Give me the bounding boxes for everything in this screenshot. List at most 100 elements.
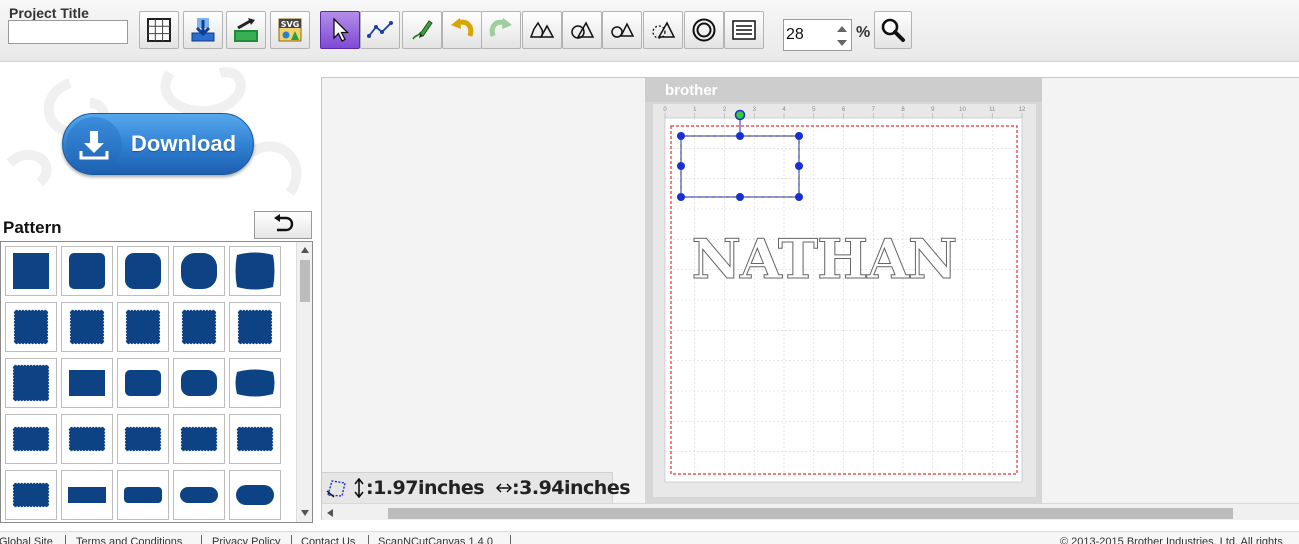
resize-handle[interactable] [736, 193, 744, 201]
resize-handle[interactable] [677, 132, 685, 140]
zoom-down-arrow-icon[interactable] [834, 36, 850, 49]
shape-subtract-button[interactable] [602, 11, 642, 49]
cutting-mat[interactable]: brother 0 1 2 3 4 5 6 7 8 9 10 11 12 NATHAN [645, 78, 1042, 503]
export-icon [232, 16, 260, 44]
download-button[interactable]: Download [62, 113, 254, 175]
shape-intersect-button[interactable] [643, 11, 683, 49]
text-list-icon [731, 19, 757, 41]
undo-button[interactable] [442, 11, 482, 49]
pattern-shape-tile[interactable] [173, 302, 225, 352]
pattern-back-button[interactable] [254, 211, 312, 239]
resize-handle[interactable] [736, 132, 744, 140]
pattern-shape-icon [12, 426, 50, 452]
pattern-shape-icon [124, 487, 162, 503]
pattern-shape-tile[interactable] [173, 470, 225, 520]
project-title-label: Project Title [9, 5, 89, 21]
import-button[interactable] [183, 11, 223, 49]
pattern-shape-tile[interactable] [117, 414, 169, 464]
pattern-shape-tile[interactable] [5, 302, 57, 352]
pattern-shape-tile[interactable] [5, 358, 57, 408]
pattern-shape-tile[interactable] [61, 358, 113, 408]
pattern-shape-tile[interactable] [61, 246, 113, 296]
canvas-horizontal-scrollbar[interactable] [322, 503, 1299, 520]
height-arrow-icon [354, 478, 364, 498]
select-tool-button[interactable] [320, 11, 360, 49]
pattern-shape-tile[interactable] [229, 358, 281, 408]
shape-intersect-icon [650, 19, 676, 41]
text-object[interactable]: NATHAN [691, 227, 958, 292]
ruler-tick-label: 11 [989, 107, 996, 113]
pattern-shape-tile[interactable] [173, 358, 225, 408]
pattern-shape-icon [125, 370, 161, 396]
height-value: 1.97inches [373, 477, 485, 499]
scroll-up-arrow-icon[interactable] [301, 247, 309, 253]
outline-button[interactable] [684, 11, 724, 49]
width-arrow-icon [496, 483, 513, 493]
width-value: 3.94inches [519, 477, 631, 499]
scroll-down-arrow-icon[interactable] [301, 510, 309, 516]
resize-handle[interactable] [795, 162, 803, 170]
resize-handle[interactable] [677, 162, 685, 170]
pattern-shape-tile[interactable] [117, 470, 169, 520]
pattern-shape-tile[interactable] [229, 414, 281, 464]
pattern-scrollbar[interactable] [296, 242, 312, 522]
pattern-shape-tile[interactable] [117, 246, 169, 296]
zoom-up-arrow-icon[interactable] [834, 22, 850, 35]
redo-icon [487, 17, 515, 43]
pattern-shape-icon [69, 309, 105, 345]
resize-handle[interactable] [795, 193, 803, 201]
pattern-shape-tile[interactable] [229, 246, 281, 296]
rotate-handle[interactable] [734, 109, 746, 121]
text-list-button[interactable] [724, 11, 764, 49]
canvas-scrollbar-thumb[interactable] [388, 508, 1233, 519]
footer-link-privacy[interactable]: Privacy Policy [212, 536, 280, 544]
resize-handle[interactable] [795, 132, 803, 140]
dimension-icon [325, 477, 349, 499]
pattern-shape-tile[interactable] [173, 414, 225, 464]
footer-link-contact[interactable]: Contact Us [301, 536, 355, 544]
pattern-shape-tile[interactable] [229, 302, 281, 352]
zoom-stepper[interactable] [783, 19, 852, 51]
zoom-button[interactable] [874, 11, 912, 49]
shape-group-icon [529, 19, 555, 41]
download-icon [66, 117, 122, 173]
pattern-shape-tile[interactable] [61, 302, 113, 352]
footer-link-global-site[interactable]: Global Site [0, 536, 53, 544]
shape-combine-button[interactable] [562, 11, 602, 49]
pen-tool-button[interactable] [402, 11, 442, 49]
pattern-shape-tile[interactable] [173, 246, 225, 296]
pattern-shape-tile[interactable] [61, 470, 113, 520]
footer-link-terms[interactable]: Terms and Conditions [76, 536, 182, 544]
svg-button[interactable]: SVG [270, 11, 310, 49]
pattern-shape-tile[interactable] [61, 414, 113, 464]
zoom-input[interactable] [786, 23, 830, 47]
shape-combine-icon [569, 19, 595, 41]
canvas-area[interactable]: brother 0 1 2 3 4 5 6 7 8 9 10 11 12 NATHAN [321, 77, 1299, 520]
shape-group-button[interactable] [522, 11, 562, 49]
pattern-shape-tile[interactable] [229, 470, 281, 520]
undo-icon [448, 17, 476, 43]
pattern-shape-tile[interactable] [5, 414, 57, 464]
pattern-shape-icon [237, 309, 273, 345]
project-title-input[interactable] [8, 20, 128, 44]
pattern-shape-tile[interactable] [5, 246, 57, 296]
footer: Global Site Terms and Conditions Privacy… [0, 531, 1299, 544]
pattern-shape-icon [181, 253, 217, 289]
pattern-shape-icon [125, 309, 161, 345]
resize-handle[interactable] [677, 193, 685, 201]
pattern-shape-tile[interactable] [5, 470, 57, 520]
svg-text:SVG: SVG [281, 20, 300, 29]
grid-button[interactable] [139, 11, 179, 49]
footer-version[interactable]: ScanNCutCanvas 1.4.0 [378, 536, 493, 544]
outline-icon [691, 17, 717, 43]
grid-icon [146, 17, 172, 43]
pattern-shape-icon [125, 253, 161, 289]
left-panel: Download Pattern [0, 63, 321, 531]
point-edit-button[interactable] [360, 11, 400, 49]
pattern-shape-tile[interactable] [117, 358, 169, 408]
scroll-left-arrow-icon[interactable] [327, 509, 333, 517]
pattern-shape-tile[interactable] [117, 302, 169, 352]
redo-button[interactable] [481, 11, 521, 49]
export-button[interactable] [226, 11, 266, 49]
pattern-scrollbar-thumb[interactable] [300, 260, 310, 302]
